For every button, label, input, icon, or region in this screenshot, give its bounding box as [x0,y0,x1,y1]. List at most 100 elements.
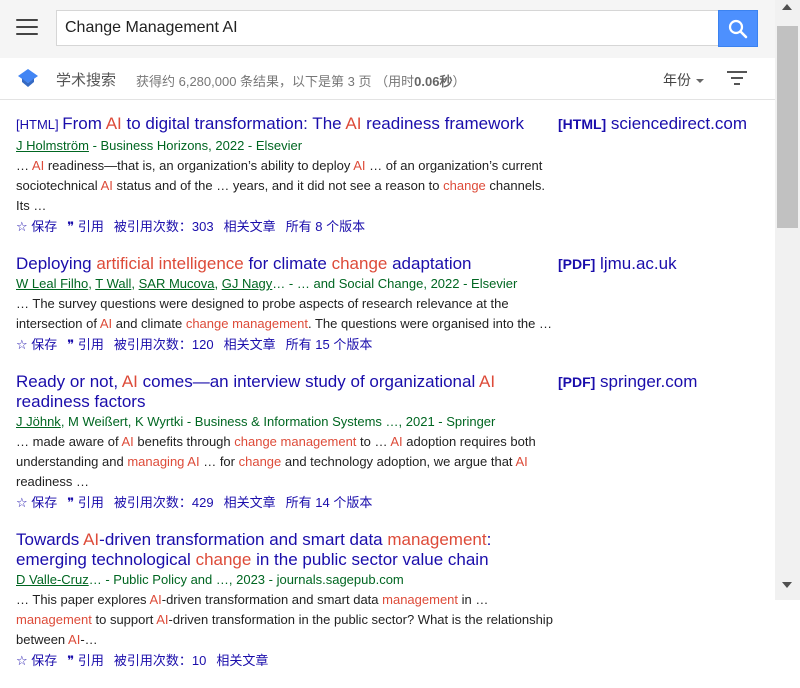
star-icon: ☆ [16,337,32,352]
full-text-link[interactable]: [PDF] ljmu.ac.uk [558,254,677,274]
search-button[interactable] [718,10,758,47]
cited-by-link[interactable]: 被引用次数：303 [114,219,214,234]
title-text: readiness factors [16,391,146,411]
result-title-link[interactable]: Towards AI-driven transformation and sma… [16,530,552,569]
results-stats: 获得约 6,280,000 条结果，以下是第 3 页 （用时0.06秒） [136,71,465,90]
stats-time-open: （用时 [375,74,415,89]
full-text-domain: ljmu.ac.uk [595,253,677,273]
cite-button[interactable]: ❞ 引用 [67,219,104,234]
snippet-text: benefits through [133,434,235,449]
author-link[interactable]: W Leal Filho [16,276,88,291]
author-text: , M Weißert, K Wyrtki [60,414,184,429]
snippet-text: and technology adoption, we argue that [281,454,516,469]
highlight-term: change [195,549,252,569]
full-text-link[interactable]: [HTML] sciencedirect.com [558,114,747,134]
result-title-link[interactable]: Ready or not, AI comes—an interview stud… [16,372,552,411]
cite-button[interactable]: ❞ 引用 [67,337,104,352]
author-text: , [131,276,139,291]
highlight-term: AI [100,177,113,193]
full-text-format-tag: [PDF] [558,374,596,390]
cited-by-link[interactable]: 被引用次数：429 [114,495,214,510]
highlight-term: AI [156,612,169,627]
snippet-text: -… [80,632,98,647]
brand-label[interactable]: 学术搜索 [56,69,116,90]
highlight-term: AI [31,157,45,173]
result-snippet: … AI readiness—that is, an organization’… [16,156,554,216]
save-button[interactable]: ☆ 保存 [16,337,57,352]
related-articles-link[interactable]: 相关文章 [224,337,276,352]
snippet-text: … made aware of [16,434,122,449]
full-text-format-tag: [PDF] [558,255,596,272]
scholar-logo-icon[interactable] [17,68,39,88]
highlight-term: change management [185,316,308,331]
snippet-text: . The questions were organised into the … [307,316,553,331]
author-link[interactable]: T Wall [95,276,131,291]
title-text: Ready or not, [16,372,122,391]
cited-by-link[interactable]: 被引用次数：120 [114,337,214,352]
related-articles-link[interactable]: 相关文章 [216,653,268,668]
hamburger-menu-icon[interactable] [16,19,38,37]
result-actions: ☆ 保存 ❞ 引用 被引用次数：429 相关文章 所有 14 个版本 [16,493,776,513]
highlight-term: AI [515,454,528,469]
highlight-term: Change [377,276,424,291]
scroll-up-arrow-icon[interactable] [782,4,792,10]
save-label: 保存 [31,653,58,668]
source-text: … - … and Social [272,276,378,291]
highlight-term: change management [234,434,357,449]
highlight-term: change [331,253,388,273]
result-snippet: … The survey questions were designed to … [16,294,554,334]
save-button[interactable]: ☆ 保存 [16,219,57,234]
all-versions-link[interactable]: 所有 15 个版本 [286,337,373,352]
search-icon [728,19,748,39]
result-title-link[interactable]: [HTML] From AI to digital transformation… [16,114,552,135]
star-icon: ☆ [16,218,32,234]
source-text: - Business & Information Systems …, 2021… [183,414,496,429]
author-link[interactable]: J Jöhnk [16,414,61,429]
author-link[interactable]: GJ Nagy [222,276,273,291]
stats-time: 0.06秒 [414,74,453,89]
result-actions: ☆ 保存 ❞ 引用 被引用次数：120 相关文章 所有 15 个版本 [16,335,776,355]
snippet-text: readiness—that is, an organization’s abi… [44,157,354,173]
year-filter-dropdown[interactable]: 年份 [663,70,704,90]
highlight-term: AI [390,434,403,449]
author-link[interactable]: SAR Mucova [139,276,215,291]
save-label: 保存 [31,337,58,352]
scrollbar-thumb[interactable] [777,26,798,228]
search-input[interactable] [56,10,718,46]
result-item: Deploying artificial intelligence for cl… [16,254,776,356]
cite-label: 引用 [77,653,104,668]
highlight-term: change [443,177,486,193]
save-button[interactable]: ☆ 保存 [16,653,57,668]
highlight-term: management [387,530,487,549]
highlight-term: AI [121,434,134,449]
full-text-link[interactable]: [PDF] springer.com [558,372,697,392]
scroll-down-arrow-icon[interactable] [782,582,792,588]
save-button[interactable]: ☆ 保存 [16,495,57,510]
all-versions-link[interactable]: 所有 8 个版本 [286,219,365,234]
result-authors-line: D Valle-Cruz… - Public Policy and …, 202… [16,570,776,589]
quote-icon: ❞ [67,218,78,234]
title-text: in the public sector value chain [251,549,489,569]
filter-icon[interactable] [727,71,747,85]
stats-time-close: ） [452,74,466,89]
cited-by-link[interactable]: 被引用次数：10 [114,653,206,668]
highlight-term: change [238,454,282,469]
highlight-term: artificial intelligence [96,253,244,273]
cite-button[interactable]: ❞ 引用 [67,653,104,668]
title-text: From [62,114,106,133]
author-link[interactable]: J Holmström [16,138,89,153]
highlight-term: managing AI [127,454,200,469]
related-articles-link[interactable]: 相关文章 [224,495,276,510]
star-icon: ☆ [16,495,32,510]
highlight-term: AI [345,114,362,133]
author-link[interactable]: D Valle-Cruz [16,572,89,587]
source-text: - Business Horizons, 2022 - Elsevier [88,137,303,153]
result-title-link[interactable]: Deploying artificial intelligence for cl… [16,254,552,274]
all-versions-link[interactable]: 所有 14 个版本 [286,495,373,510]
cite-button[interactable]: ❞ 引用 [67,495,104,510]
stats-count-text: 获得约 6,280,000 条结果，以下是第 3 页 [136,74,372,89]
author-text: , [214,276,222,291]
title-text: to digital transformation: The [121,114,346,133]
star-icon: ☆ [16,653,32,668]
related-articles-link[interactable]: 相关文章 [224,219,276,234]
